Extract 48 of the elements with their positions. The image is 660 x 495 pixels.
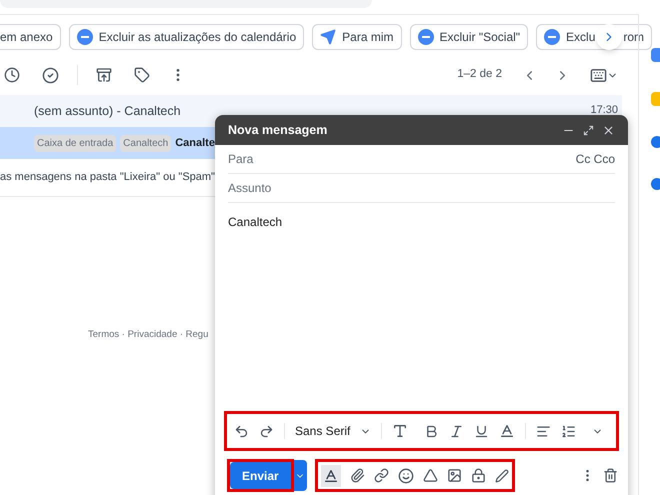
align-icon[interactable] (536, 424, 552, 438)
message-body[interactable]: Canaltech (228, 213, 615, 231)
pen-icon[interactable] (494, 468, 509, 482)
close-icon[interactable] (602, 124, 615, 136)
emoji-icon[interactable] (398, 468, 414, 484)
keyboard-icon[interactable] (590, 66, 607, 84)
paperclip-icon[interactable] (350, 468, 365, 483)
contacts-icon[interactable] (651, 178, 660, 190)
trash-icon[interactable] (603, 468, 618, 483)
send-icon (320, 29, 336, 45)
formatting-options-icon[interactable] (320, 464, 341, 486)
calendar-icon[interactable] (651, 48, 660, 62)
email-sender: Canalte (175, 136, 215, 151)
filter-chip[interactable]: Para mim (312, 24, 402, 50)
footer-links: Termos · Privacidade · Regu (88, 329, 208, 340)
text-color-icon[interactable] (499, 423, 516, 439)
underline-icon[interactable] (474, 424, 490, 438)
filter-chip[interactable]: Excluir "Social" (410, 24, 528, 50)
notice-text: as mensagens na pasta "Lixeira" ou "Spam" (0, 170, 215, 186)
italic-icon[interactable] (449, 424, 464, 438)
redo-icon[interactable] (259, 424, 274, 438)
label-tag: Caixa de entrada (34, 134, 116, 152)
bold-icon[interactable] (424, 424, 440, 438)
cc-bcc-link[interactable]: Cc Cco (576, 150, 615, 168)
text-size-icon[interactable] (392, 423, 408, 439)
numbered-list-icon[interactable] (561, 424, 576, 438)
snooze-icon[interactable] (4, 67, 20, 83)
email-subject: (sem assunto) - Canaltech (34, 102, 181, 120)
label-tag: Canaltech (120, 134, 172, 152)
lock-icon[interactable] (470, 468, 486, 483)
filter-chip[interactable]: em anexo (0, 24, 61, 50)
font-dropdown[interactable]: Sans Serif (295, 422, 372, 440)
add-task-icon[interactable] (42, 66, 59, 84)
page-count: 1–2 de 2 (457, 67, 502, 82)
send-button[interactable]: Enviar (230, 462, 291, 489)
to-field[interactable]: Para (228, 150, 576, 168)
image-icon[interactable] (446, 468, 462, 483)
label-icon[interactable] (134, 67, 150, 83)
expand-icon[interactable] (583, 124, 594, 136)
filter-chip[interactable]: Excluir as atualizações do calendário (68, 24, 304, 50)
triangle-icon[interactable] (422, 468, 438, 483)
link-icon[interactable] (374, 468, 389, 483)
send-options-button[interactable] (294, 460, 307, 491)
subject-field[interactable]: Assunto (228, 174, 615, 203)
move-to-inbox-icon[interactable] (96, 67, 112, 83)
tasks-icon[interactable] (651, 136, 660, 148)
undo-icon[interactable] (234, 424, 249, 438)
email-time: 17:30 (590, 103, 618, 118)
